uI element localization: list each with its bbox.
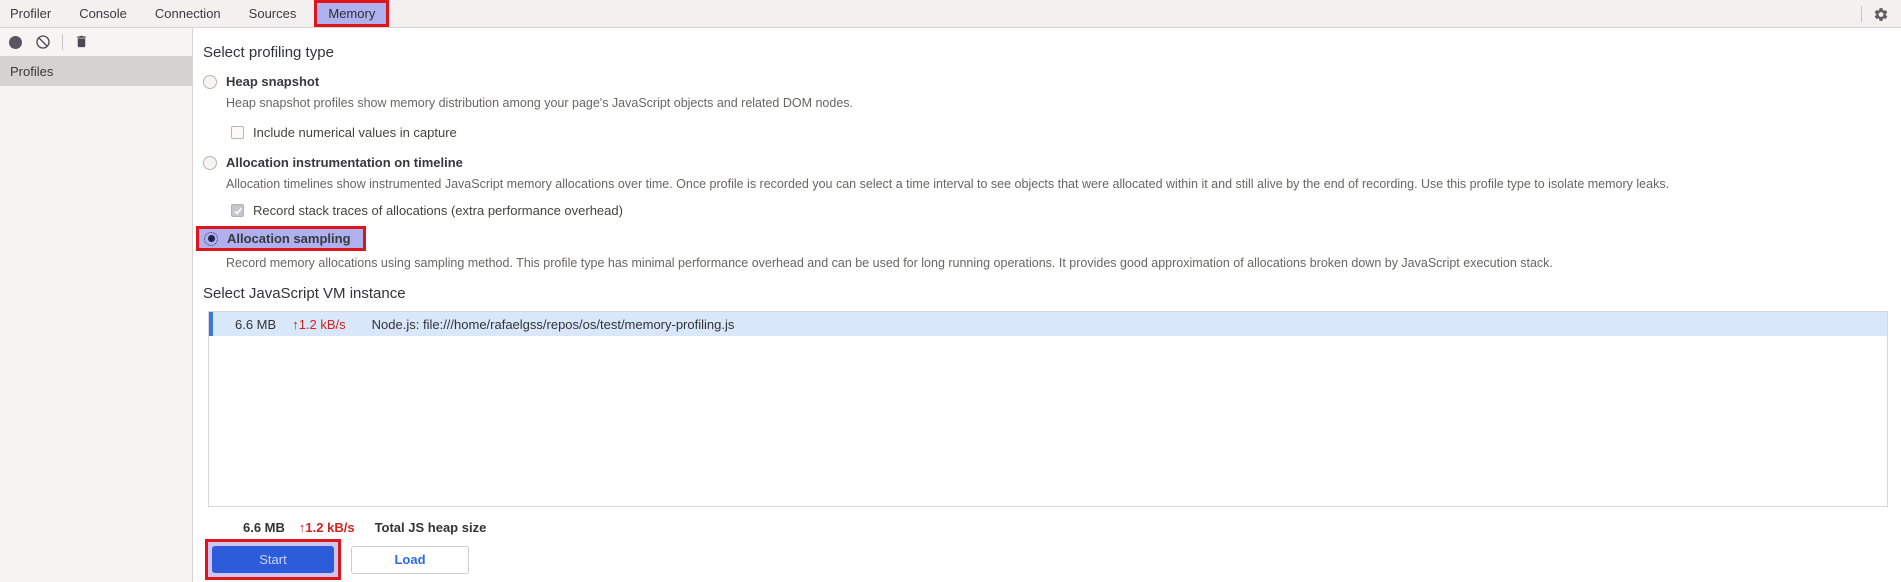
tab-memory[interactable]: Memory	[314, 0, 390, 27]
radio-selected-icon[interactable]	[204, 231, 218, 246]
vm-instance-title: Select JavaScript VM instance	[203, 285, 406, 302]
option-label: Heap snapshot	[226, 74, 320, 89]
total-heap-size: 6.6 MB	[243, 520, 285, 535]
option-label: Allocation sampling	[227, 231, 351, 246]
profiles-sidebar: Profiles	[0, 28, 193, 582]
load-button[interactable]: Load	[351, 545, 469, 574]
profiling-type-title: Select profiling type	[203, 44, 334, 61]
vm-allocation-rate: ↑1.2 kB/s	[292, 316, 346, 332]
checkbox-label: Include numerical values in capture	[253, 125, 457, 140]
tab-sources[interactable]: Sources	[235, 0, 311, 27]
vm-instance-row[interactable]: 6.6 MB ↑1.2 kB/s Node.js: file:///home/r…	[209, 312, 1887, 336]
option-description: Heap snapshot profiles show memory distr…	[226, 96, 854, 110]
total-heap-rate: ↑1.2 kB/s	[298, 520, 355, 535]
total-heap-label: Total JS heap size	[374, 520, 487, 535]
checkbox-record-stack-traces[interactable]: Record stack traces of allocations (extr…	[231, 203, 1901, 218]
toolbar-divider	[62, 34, 63, 50]
radio-option-heap-snapshot[interactable]: Heap snapshot	[203, 74, 1901, 89]
tab-connection[interactable]: Connection	[141, 0, 235, 27]
option-description: Allocation timelines show instrumented J…	[226, 177, 1670, 191]
option-label: Allocation instrumentation on timeline	[226, 155, 463, 170]
profiler-toolbar	[0, 28, 192, 57]
record-icon[interactable]	[9, 35, 22, 49]
total-heap-summary: 6.6 MB ↑1.2 kB/s Total JS heap size	[243, 520, 1901, 535]
radio-icon[interactable]	[203, 155, 217, 170]
start-button[interactable]: Start	[212, 546, 334, 573]
tab-bar-right	[1861, 0, 1901, 27]
trash-icon[interactable]	[74, 34, 90, 50]
checkbox-checked-icon[interactable]	[231, 204, 244, 217]
radio-option-allocation-sampling[interactable]: Allocation sampling	[196, 226, 366, 251]
radio-option-allocation-timeline[interactable]: Allocation instrumentation on timeline	[203, 155, 1901, 170]
checkbox-include-numerical-values[interactable]: Include numerical values in capture	[231, 125, 1901, 140]
vm-heap-size: 6.6 MB	[235, 316, 277, 332]
tab-profiler[interactable]: Profiler	[0, 0, 65, 27]
start-annotation-box: Start	[205, 539, 341, 580]
checkbox-label: Record stack traces of allocations (extr…	[253, 203, 623, 218]
checkbox-icon[interactable]	[231, 126, 244, 139]
tab-console[interactable]: Console	[65, 0, 141, 27]
radio-icon[interactable]	[203, 74, 217, 89]
memory-panel-content: Select profiling type Heap snapshot Heap…	[193, 28, 1901, 582]
vm-instance-name: Node.js: file:///home/rafaelgss/repos/os…	[371, 316, 735, 332]
vm-instance-list: 6.6 MB ↑1.2 kB/s Node.js: file:///home/r…	[208, 311, 1888, 507]
profiles-section-header: Profiles	[0, 57, 192, 86]
clear-icon[interactable]	[35, 34, 51, 50]
gear-icon[interactable]	[1873, 6, 1889, 22]
action-buttons: Start Load	[203, 539, 1901, 580]
option-description: Record memory allocations using sampling…	[226, 256, 1553, 270]
tab-bar-divider	[1861, 5, 1862, 22]
devtools-tab-bar: Profiler Console Connection Sources Memo…	[0, 0, 1901, 28]
